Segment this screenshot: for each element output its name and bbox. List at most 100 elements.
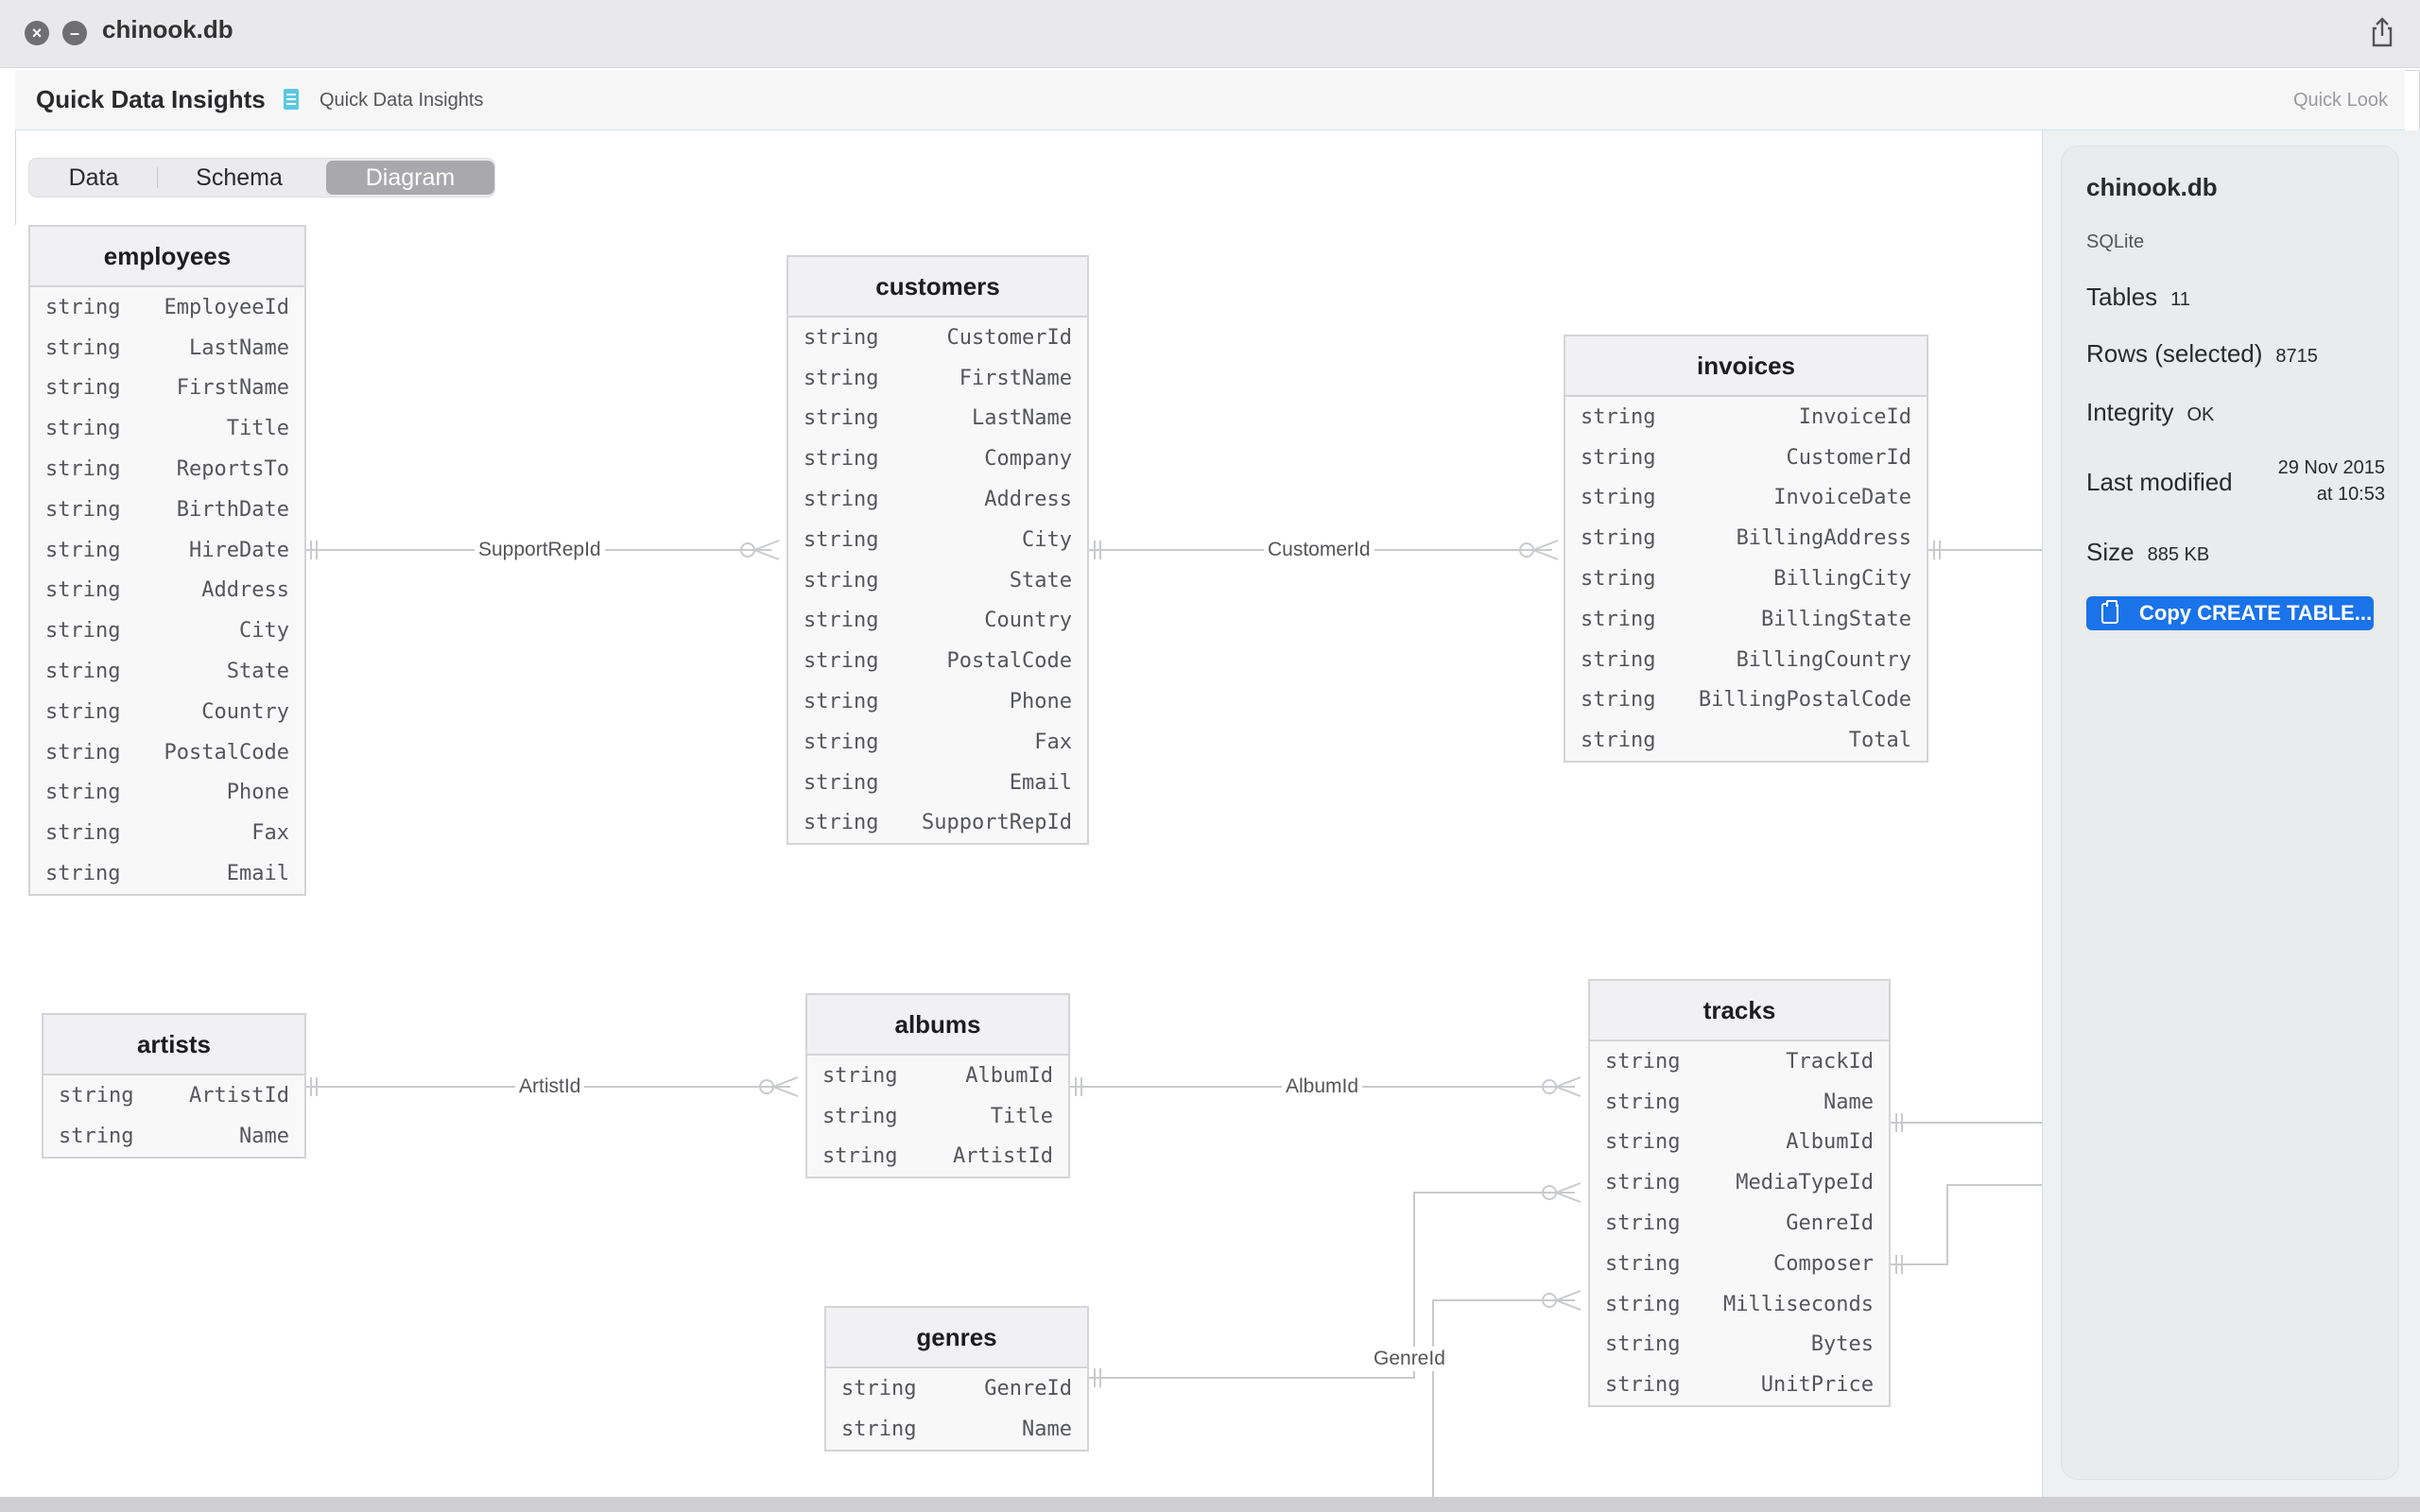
document-icon (284, 89, 299, 110)
minimize-icon[interactable]: – (62, 21, 87, 45)
column-row: string Country (30, 692, 304, 732)
tab-data[interactable]: Data (29, 159, 158, 197)
column-type: string (804, 527, 879, 552)
relation-label-artistid: ArtistId (515, 1074, 585, 1099)
modified-value: 29 Nov 2015 at 10:53 (2278, 455, 2385, 507)
table-header: employees (30, 227, 304, 287)
share-icon[interactable] (2365, 15, 2399, 49)
column-row: string Milliseconds (1590, 1284, 1889, 1325)
column-name: Email (1009, 770, 1072, 795)
column-name: Composer (1773, 1251, 1874, 1276)
column-type: string (45, 781, 121, 805)
column-name: Milliseconds (1723, 1292, 1874, 1316)
column-row: string EmployeeId (30, 287, 304, 328)
bottom-edge (0, 1497, 2420, 1512)
column-name: Address (201, 578, 289, 603)
column-name: Fax (1034, 730, 1072, 754)
column-name: Title (226, 417, 289, 441)
column-type: string (1605, 1171, 1681, 1195)
column-name: GenreId (1786, 1211, 1874, 1236)
tab-schema[interactable]: Schema (158, 159, 320, 197)
column-type: string (45, 376, 121, 401)
modified-label: Last modified (2086, 468, 2233, 496)
integrity-stat: Integrity OK (2086, 398, 2214, 427)
column-row: string BirthDate (30, 490, 304, 530)
column-row: string InvoiceDate (1565, 478, 1927, 519)
table-invoices[interactable]: invoices string InvoiceId string CustomerId s… (1564, 335, 1928, 764)
sidebar-title: chinook.db (2086, 173, 2218, 201)
table-albums[interactable]: albums string AlbumId string Title string Arti… (805, 993, 1070, 1179)
column-type: string (1581, 688, 1656, 713)
column-row: string HireDate (30, 530, 304, 571)
view-segmented-control: Data Schema Diagram (28, 158, 495, 198)
column-name: BillingState (1761, 607, 1911, 631)
table-employees[interactable]: employees string EmployeeId string LastName s… (28, 225, 306, 896)
column-name: CustomerId (946, 325, 1072, 350)
column-row: string UnitPrice (1590, 1365, 1889, 1405)
table-artists[interactable]: artists string ArtistId string Name (42, 1013, 306, 1159)
column-name: BillingAddress (1736, 526, 1911, 551)
column-name: FirstName (176, 376, 289, 401)
column-type: string (1581, 729, 1656, 753)
column-row: string ArtistId (43, 1075, 304, 1116)
column-type: string (1581, 647, 1656, 672)
column-type: string (59, 1124, 134, 1148)
column-type: string (1605, 1090, 1681, 1114)
column-name: FirstName (959, 366, 1072, 390)
column-name: Country (201, 699, 289, 724)
column-name: Address (984, 488, 1072, 512)
column-type: string (804, 770, 879, 795)
table-header: albums (807, 995, 1068, 1056)
column-type: string (45, 335, 121, 360)
column-type: string (1581, 567, 1656, 592)
column-row: string AlbumId (1590, 1123, 1889, 1163)
column-row: string GenreId (1590, 1203, 1889, 1244)
table-tracks[interactable]: tracks string TrackId string Name string Album… (1588, 979, 1891, 1408)
column-row: string City (788, 520, 1087, 560)
column-type: string (822, 1063, 898, 1088)
tab-diagram[interactable]: Diagram (326, 161, 494, 195)
quick-look-label: Quick Look (2292, 90, 2388, 111)
column-name: ArtistId (189, 1083, 289, 1108)
column-row: string Fax (788, 722, 1087, 763)
column-type: string (59, 1083, 134, 1108)
column-type: string (1605, 1332, 1681, 1357)
column-type: string (45, 457, 121, 482)
column-type: string (1605, 1130, 1681, 1155)
column-row: string BillingPostalCode (1565, 680, 1927, 721)
column-type: string (804, 811, 879, 835)
table-genres[interactable]: genres string GenreId string Name (824, 1306, 1089, 1452)
column-row: string LastName (30, 328, 304, 369)
column-type: string (45, 740, 121, 765)
column-name: BillingCity (1773, 567, 1911, 592)
column-type: string (45, 497, 121, 522)
close-icon[interactable]: × (25, 21, 49, 45)
column-row: string BillingCity (1565, 558, 1927, 599)
column-name: LastName (189, 335, 289, 360)
column-type: string (1581, 486, 1656, 510)
column-name: Phone (1009, 690, 1072, 714)
column-name: TrackId (1786, 1049, 1874, 1074)
title-bar: × – chinook.db (0, 0, 2420, 68)
column-name: Email (226, 862, 289, 886)
modified-time: at 10:53 (2316, 484, 2385, 505)
column-row: string Title (30, 408, 304, 449)
column-type: string (45, 417, 121, 441)
column-row: string LastName (788, 399, 1087, 439)
column-row: string Address (30, 571, 304, 611)
column-row: string Title (807, 1096, 1068, 1137)
column-row: string FirstName (788, 358, 1087, 399)
column-row: string Country (788, 601, 1087, 642)
column-name: Phone (226, 781, 289, 805)
copy-create-table-button[interactable]: Copy CREATE TABLE... (2086, 596, 2374, 630)
integrity-label: Integrity (2086, 398, 2174, 426)
column-name: BirthDate (176, 497, 289, 522)
column-row: string Phone (788, 681, 1087, 722)
diagram-canvas[interactable]: SupportRepId CustomerId ArtistId AlbumId… (15, 225, 2042, 1497)
column-row: string Name (826, 1409, 1087, 1450)
sidebar-kind: SQLite (2086, 232, 2145, 252)
insights-header: Quick Data Insights Quick Data Insights … (15, 70, 2405, 130)
table-customers[interactable]: customers string CustomerId string FirstName… (786, 255, 1089, 846)
column-row: string Email (30, 853, 304, 894)
column-name: Fax (251, 821, 289, 846)
